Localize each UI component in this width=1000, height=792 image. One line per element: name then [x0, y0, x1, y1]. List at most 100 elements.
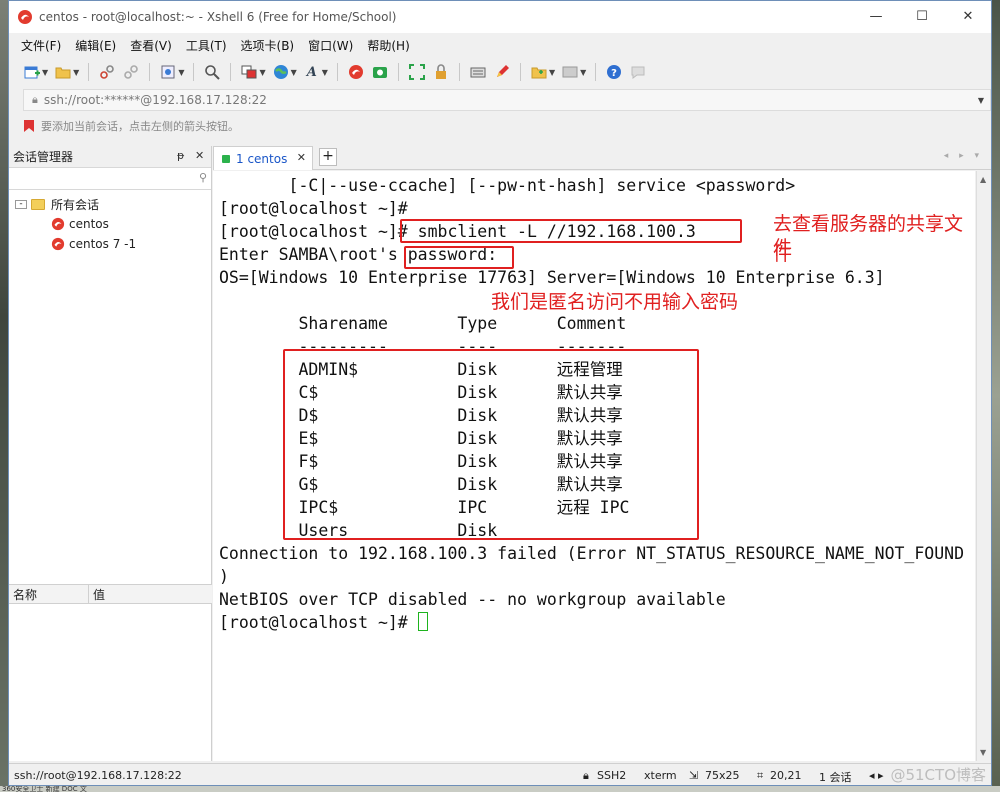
help-icon: ?	[605, 63, 623, 81]
annotation-query-text-wrap: 件	[773, 243, 793, 265]
property-table-header: 名称 值	[9, 584, 212, 604]
new-session-button[interactable]: ▼	[23, 62, 48, 82]
toolbar-separator	[193, 63, 195, 81]
font-button[interactable]: A ▼	[303, 62, 328, 82]
scroll-up-icon[interactable]: ▲	[980, 175, 986, 184]
help-button[interactable]: ?	[605, 62, 623, 82]
connect-button[interactable]	[98, 62, 116, 82]
new-session-icon	[23, 63, 41, 81]
session-icon	[51, 217, 65, 231]
menu-file[interactable]: 文件(F)	[21, 37, 61, 54]
minimize-button[interactable]: —	[853, 1, 899, 31]
fullscreen-button[interactable]	[408, 62, 426, 82]
status-nav-arrows[interactable]: ◂ ▸	[869, 769, 884, 782]
chevron-down-icon[interactable]: ▼	[978, 96, 984, 105]
watermark-text: @51CTO博客	[890, 766, 986, 784]
keyboard-icon	[469, 63, 487, 81]
annotation-box-password	[404, 246, 514, 269]
status-position-icon: ⌗	[757, 769, 764, 782]
toolbar-separator	[88, 63, 90, 81]
tree-node-session[interactable]: centos 7 -1	[9, 234, 211, 254]
tab-bar: 1 centos ✕ + ◂ ▸ ▾	[213, 146, 991, 170]
folder-icon	[54, 63, 72, 81]
terminal-scrollbar[interactable]: ▲ ▼	[976, 171, 991, 761]
status-terminal-type: xterm	[644, 769, 677, 782]
toolbar-separator	[230, 63, 232, 81]
status-protocol: SSH2	[597, 769, 627, 782]
close-icon[interactable]: ✕	[195, 149, 204, 162]
status-address: ssh://root@192.168.17.128:22	[14, 769, 182, 782]
annotation-box-shares	[283, 349, 699, 540]
bookmark-arrow-icon[interactable]	[23, 119, 35, 133]
toolbar-separator	[595, 63, 597, 81]
address-bar[interactable]: 🔒︎ ssh://root:******@192.168.17.128:22 ▼	[23, 89, 991, 111]
menu-view[interactable]: 查看(V)	[130, 37, 172, 54]
status-cursor-position: 20,21	[770, 769, 802, 782]
address-value: ssh://root:******@192.168.17.128:22	[43, 93, 267, 107]
close-button[interactable]: ✕	[945, 1, 991, 31]
layout-button[interactable]: ▼	[240, 62, 266, 82]
pin-icon[interactable]: ᵽ	[177, 149, 184, 162]
session-manager-panel: 会话管理器 ᵽ ✕ ⚲ - 所有会话 centos centos 7 -1 名称	[9, 146, 212, 761]
toolbar: ▼ ▼ ▼ ▼ ▼ A ▼ ▼ ▼ ?	[9, 57, 991, 87]
tree-node-session[interactable]: centos	[9, 214, 211, 234]
open-folder-button[interactable]: ▼	[54, 62, 79, 82]
annotation-box-command	[400, 219, 742, 243]
window-title: centos - root@localhost:~ - Xshell 6 (Fr…	[39, 10, 397, 24]
menu-help[interactable]: 帮助(H)	[367, 37, 409, 54]
session-search-input[interactable]: ⚲	[9, 168, 211, 190]
status-sessions: 1 会话	[819, 771, 852, 784]
xftp-button[interactable]	[371, 62, 389, 82]
menu-edit[interactable]: 编辑(E)	[75, 37, 116, 54]
menu-tools[interactable]: 工具(T)	[186, 37, 227, 54]
toolbar-separator	[149, 63, 151, 81]
lock-button[interactable]	[432, 62, 450, 82]
chat-button[interactable]	[629, 62, 647, 82]
highlight-button[interactable]	[493, 62, 511, 82]
new-tab-button[interactable]: +	[319, 148, 337, 166]
unlink-icon	[122, 63, 140, 81]
add-tab-button[interactable]: ▼	[530, 62, 555, 82]
terminal-line: OS=[Windows 10 Enterprise 17763] Server=…	[219, 268, 885, 287]
terminal-line: [root@localhost ~]#	[219, 199, 408, 218]
terminal-cursor	[417, 612, 428, 631]
toolbar-separator	[336, 63, 338, 81]
session-manager-header: 会话管理器 ᵽ ✕	[9, 146, 211, 168]
hint-bar: 要添加当前会话，点击左侧的箭头按钮。	[23, 115, 239, 137]
maximize-button[interactable]: ☐	[899, 1, 945, 31]
keyboard-button[interactable]	[469, 62, 487, 82]
tab-label: 1 centos	[236, 151, 288, 166]
search-icon[interactable]: ⚲	[199, 171, 207, 184]
terminal-line: [-C|--use-ccache] [--pw-nt-hash] service…	[219, 176, 796, 195]
taskbar-strip: 360安全卫士 新建 DOC 文	[0, 786, 1000, 792]
properties-button[interactable]: ▼	[159, 62, 184, 82]
status-bar: ssh://root@192.168.17.128:22 🔒︎ SSH2 xte…	[9, 763, 991, 785]
chat-icon	[629, 63, 647, 81]
font-icon: A	[306, 64, 317, 80]
tab-nav-arrows[interactable]: ◂ ▸ ▾	[944, 151, 983, 161]
menu-tab[interactable]: 选项卡(B)	[241, 37, 295, 54]
collapse-icon[interactable]: -	[15, 199, 27, 209]
tile-button[interactable]: ▼	[561, 62, 586, 82]
xshell-window: centos - root@localhost:~ - Xshell 6 (Fr…	[8, 0, 992, 786]
terminal-area[interactable]: [root@localhost ~]# NetBIOS over TCP dis…	[213, 171, 975, 761]
search-icon	[203, 63, 221, 81]
xshell-button[interactable]	[347, 62, 365, 82]
close-icon[interactable]: ✕	[297, 151, 306, 164]
scroll-down-icon[interactable]: ▼	[980, 748, 986, 757]
annotation-query-text: 去查看服务器的共享文件	[773, 213, 964, 259]
menu-window[interactable]: 窗口(W)	[308, 37, 353, 54]
column-name: 名称	[9, 585, 89, 603]
tree-node-all-sessions[interactable]: - 所有会话	[9, 194, 211, 214]
terminal-line: )	[219, 567, 229, 586]
xshell-app-icon	[18, 10, 32, 24]
disconnect-button[interactable]	[122, 62, 140, 82]
globe-button[interactable]: ▼	[272, 62, 297, 82]
find-button[interactable]	[203, 62, 221, 82]
svg-text:?: ?	[611, 68, 617, 79]
lock-icon: 🔒︎	[32, 93, 38, 106]
tree-node-label: centos 7 -1	[69, 237, 137, 251]
hint-text: 要添加当前会话，点击左侧的箭头按钮。	[41, 120, 239, 133]
connected-status-icon	[222, 154, 230, 163]
tab-centos[interactable]: 1 centos ✕	[213, 146, 313, 170]
